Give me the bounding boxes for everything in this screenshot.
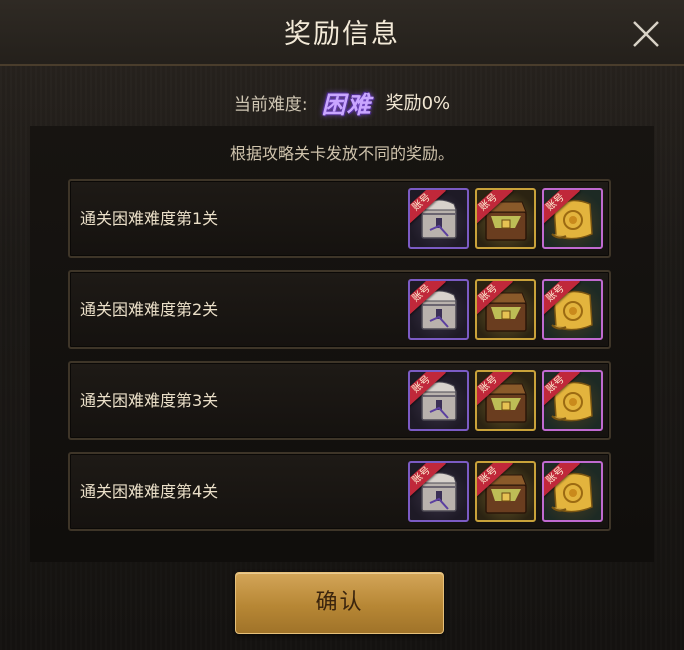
silver-chest-item[interactable]: 账号 (408, 279, 469, 340)
reward-row: 通关困难难度第4关 账号 账号 账号 (68, 452, 611, 531)
difficulty-badge: 困难 (321, 90, 372, 119)
reward-row-label: 通关困难难度第3关 (80, 391, 219, 410)
silver-chest-item[interactable]: 账号 (408, 188, 469, 249)
gold-chest-item[interactable]: 账号 (475, 279, 536, 340)
dialog-title: 奖励信息 (284, 19, 400, 50)
silver-chest-item[interactable]: 账号 (408, 370, 469, 431)
gold-chest-item[interactable]: 账号 (475, 461, 536, 522)
reward-items: 账号 账号 账号 (408, 370, 603, 431)
reward-row: 通关困难难度第3关 账号 账号 账号 (68, 361, 611, 440)
reward-items: 账号 账号 账号 (408, 188, 603, 249)
title-bar: 奖励信息 (0, 0, 684, 66)
reward-row: 通关困难难度第2关 账号 账号 账号 (68, 270, 611, 349)
reward-row-label: 通关困难难度第2关 (80, 300, 219, 319)
gold-scroll-item[interactable]: 账号 (542, 370, 603, 431)
reward-subtitle: 根据攻略关卡发放不同的奖励。 (229, 144, 454, 163)
difficulty-label: 当前难度: (233, 94, 308, 115)
confirm-button[interactable]: 确认 (235, 572, 444, 634)
close-button[interactable] (626, 14, 666, 54)
gold-scroll-item[interactable]: 账号 (542, 188, 603, 249)
close-icon (633, 21, 659, 47)
gold-chest-item[interactable]: 账号 (475, 370, 536, 431)
reward-row-label: 通关困难难度第1关 (80, 209, 219, 228)
difficulty-reward: 奖励0% (385, 93, 451, 114)
reward-info-dialog: 奖励信息 当前难度: 困难 奖励0% 根据攻略关卡发放不同的奖励。 通关困难难度… (0, 0, 684, 650)
gold-scroll-item[interactable]: 账号 (542, 461, 603, 522)
reward-items: 账号 账号 账号 (408, 279, 603, 340)
difficulty-row: 当前难度: 困难 奖励0% (0, 82, 684, 122)
gold-scroll-item[interactable]: 账号 (542, 279, 603, 340)
reward-row-label: 通关困难难度第4关 (80, 482, 219, 501)
reward-row: 通关困难难度第1关 账号 账号 账号 (68, 179, 611, 258)
silver-chest-item[interactable]: 账号 (408, 461, 469, 522)
gold-chest-item[interactable]: 账号 (475, 188, 536, 249)
reward-items: 账号 账号 账号 (408, 461, 603, 522)
